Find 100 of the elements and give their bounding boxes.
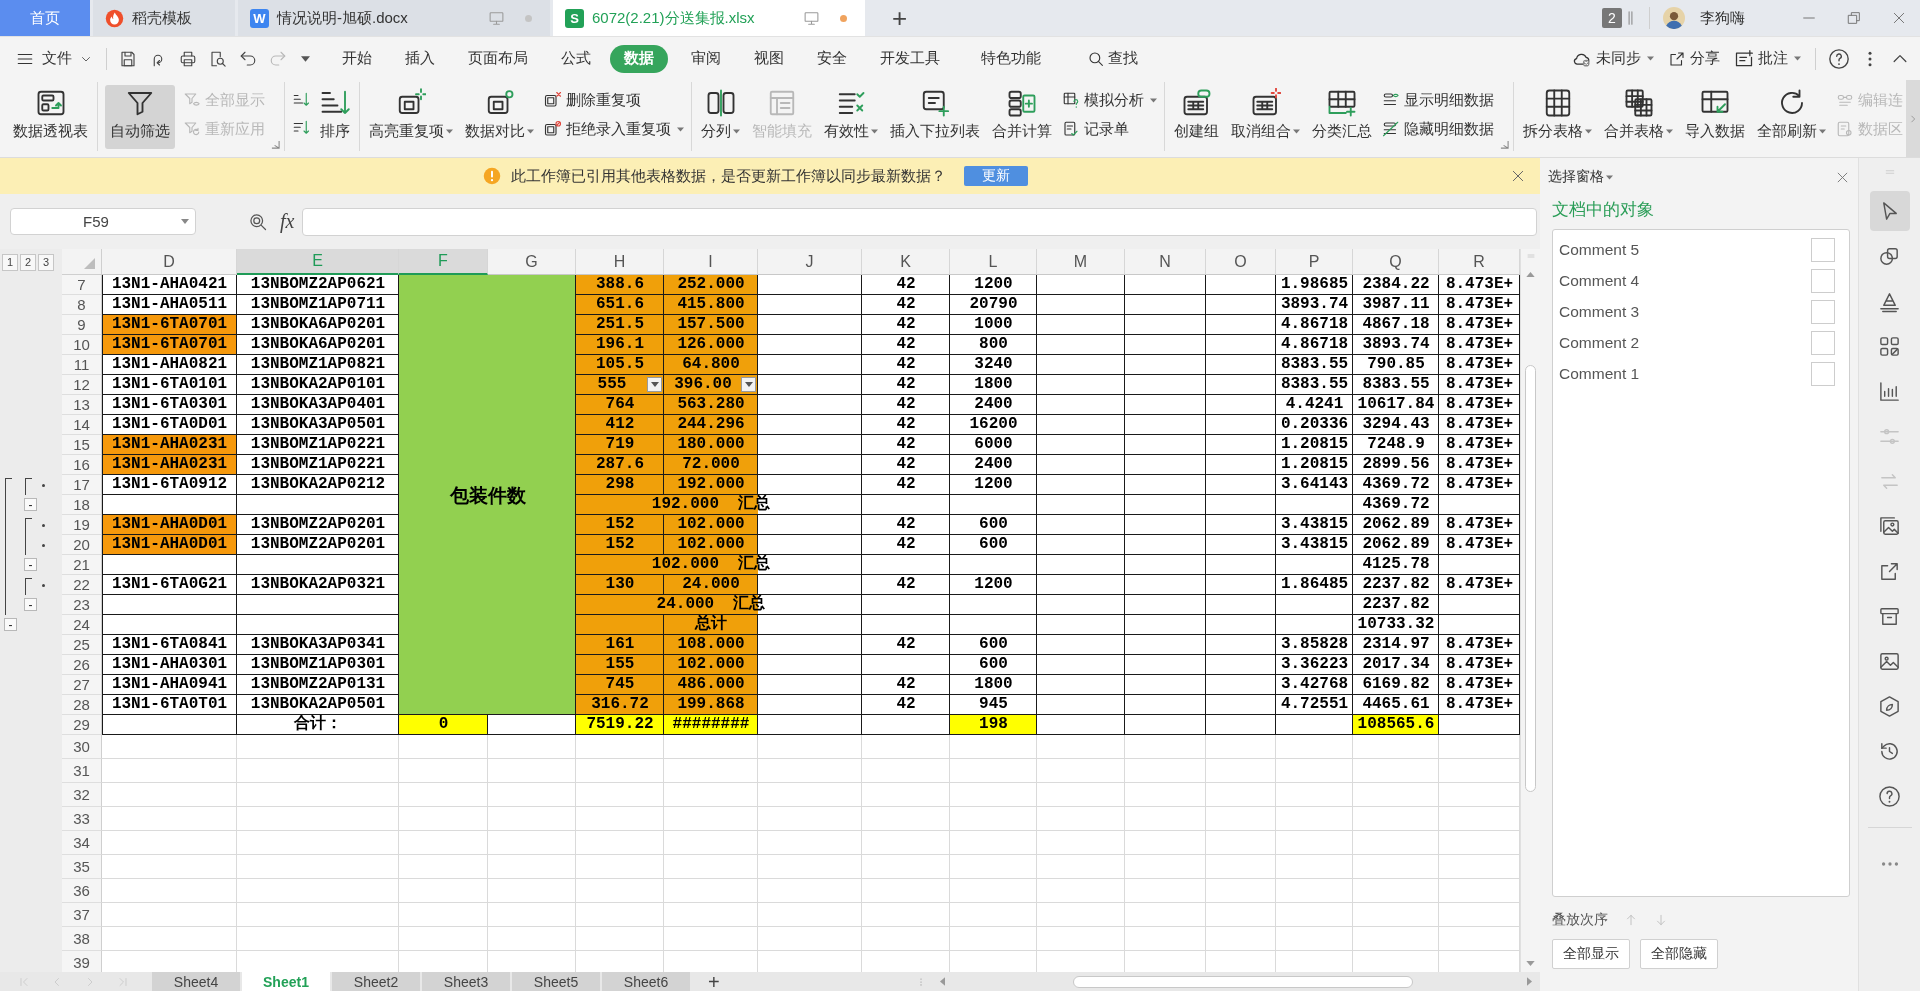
sheet-tab[interactable]: Sheet3 <box>422 972 510 991</box>
auto-filter-button[interactable]: 自动筛选 <box>105 85 175 149</box>
comment-button[interactable]: 批注 <box>1734 48 1801 69</box>
function-button[interactable]: fx <box>280 210 295 233</box>
restore-icon[interactable] <box>1846 10 1862 26</box>
row-header[interactable]: 38 <box>62 927 102 951</box>
visibility-checkbox[interactable] <box>1811 330 1835 355</box>
sheet-tab[interactable]: Sheet5 <box>512 972 600 991</box>
document-tab[interactable]: W 情况说明-旭硕.docx <box>238 0 550 36</box>
row-header[interactable]: 8 <box>62 295 102 315</box>
row-header[interactable]: 20 <box>62 535 102 555</box>
ribbon-tab[interactable]: 开始 <box>326 44 388 73</box>
corner-arrow-icon[interactable] <box>1500 140 1509 149</box>
refresh-all-button[interactable]: 全部刷新 <box>1755 85 1828 149</box>
row-header[interactable]: 23 <box>62 595 102 615</box>
bars-arrow-icon[interactable] <box>292 119 310 137</box>
split-table-button[interactable]: 拆分表格 <box>1521 85 1594 149</box>
column-header[interactable]: Q <box>1353 249 1439 275</box>
object-item[interactable]: Comment 3 <box>1553 296 1849 327</box>
remove-duplicates-button[interactable]: 删除重复项 <box>544 88 684 112</box>
user-name[interactable]: 李狗嗨 <box>1700 8 1745 28</box>
text-to-columns-button[interactable]: 分列 <box>699 85 742 149</box>
consolidate-button[interactable]: 合并计算 <box>990 85 1054 149</box>
ribbon-tab[interactable]: 公式 <box>545 44 607 73</box>
what-if-button[interactable]: 模拟分析 <box>1062 88 1157 112</box>
corner-arrow-icon[interactable] <box>271 140 280 149</box>
share-button[interactable]: 分享 <box>1668 49 1720 68</box>
caret-down-icon[interactable] <box>301 55 310 62</box>
add-sheet-button[interactable]: + <box>708 972 720 991</box>
sort-button[interactable]: 排序 <box>318 85 352 149</box>
ribbon-tab[interactable]: 开发工具 <box>864 44 956 73</box>
object-item[interactable]: Comment 4 <box>1553 265 1849 296</box>
ribbon-tab[interactable]: 特色功能 <box>965 44 1057 73</box>
column-header[interactable]: H <box>576 249 664 275</box>
column-header[interactable]: J <box>758 249 862 275</box>
highlight-duplicates-button[interactable]: 高亮重复项 <box>367 85 455 149</box>
name-box[interactable]: F59 <box>10 208 196 235</box>
window-count-badge[interactable]: 2 <box>1602 8 1622 28</box>
visibility-checkbox[interactable] <box>1811 361 1835 386</box>
page-magnifier-icon[interactable] <box>209 49 227 68</box>
monitor-icon[interactable] <box>803 9 820 27</box>
insert-dropdown-button[interactable]: 插入下拉列表 <box>888 85 982 149</box>
sheet-tab[interactable]: Sheet2 <box>332 972 420 991</box>
data-compare-button[interactable]: 数据对比 <box>463 85 536 149</box>
column-header[interactable]: I <box>664 249 758 275</box>
scrollbar-thumb[interactable] <box>1073 975 1413 988</box>
row-header[interactable]: 28 <box>62 695 102 715</box>
column-header[interactable]: R <box>1439 249 1520 275</box>
row-header[interactable]: 10 <box>62 335 102 355</box>
print-icon[interactable] <box>179 49 197 68</box>
object-item[interactable]: Comment 1 <box>1553 358 1849 389</box>
row-header[interactable]: 15 <box>62 435 102 455</box>
collapse-button[interactable]: - <box>24 558 37 571</box>
sheet-tab[interactable]: Sheet4 <box>152 972 240 991</box>
collapse-button[interactable]: - <box>24 498 37 511</box>
column-header[interactable]: O <box>1206 249 1276 275</box>
ungroup-button[interactable]: 取消组合 <box>1229 85 1302 149</box>
row-header[interactable]: 27 <box>62 675 102 695</box>
dropdown-button[interactable] <box>647 377 662 392</box>
sync-button[interactable]: 未同步 <box>1572 48 1654 69</box>
visibility-checkbox[interactable] <box>1811 237 1835 262</box>
row-header[interactable]: 22 <box>62 575 102 595</box>
row-header[interactable]: 18 <box>62 495 102 515</box>
row-header[interactable]: 29 <box>62 715 102 735</box>
row-header[interactable]: 9 <box>62 315 102 335</box>
column-header[interactable]: P <box>1276 249 1353 275</box>
save-icon[interactable] <box>119 49 137 68</box>
caret-down-icon[interactable] <box>1606 174 1613 180</box>
help-icon[interactable] <box>1828 47 1850 70</box>
file-menu[interactable]: 文件 <box>16 49 92 68</box>
hide-detail-button[interactable]: 隐藏明细数据 <box>1382 117 1494 141</box>
validation-button[interactable]: 有效性 <box>822 85 880 149</box>
group-button[interactable]: 创建组 <box>1172 85 1221 149</box>
column-header[interactable]: K <box>862 249 950 275</box>
select-all-button[interactable] <box>62 249 102 275</box>
avatar-icon[interactable] <box>1663 7 1685 29</box>
merge-table-button[interactable]: 合并表格 <box>1602 85 1675 149</box>
row-header[interactable]: 7 <box>62 275 102 295</box>
collapse-button[interactable]: - <box>4 618 17 631</box>
ribbon-tab[interactable]: 安全 <box>801 44 863 73</box>
row-header[interactable]: 26 <box>62 655 102 675</box>
row-header[interactable]: 36 <box>62 879 102 903</box>
side-tool-button[interactable] <box>1869 191 1910 231</box>
collapse-button[interactable]: - <box>24 598 37 611</box>
column-header[interactable]: N <box>1125 249 1206 275</box>
scrollbar-thumb[interactable] <box>1525 365 1536 792</box>
column-header[interactable]: G <box>488 249 576 275</box>
row-header[interactable]: 33 <box>62 807 102 831</box>
row-header[interactable]: 25 <box>62 635 102 655</box>
row-header[interactable]: 21 <box>62 555 102 575</box>
record-form-button[interactable]: 记录单 <box>1062 117 1157 141</box>
row-header[interactable]: 24 <box>62 615 102 635</box>
subtotal-button[interactable]: 分类汇总 <box>1310 85 1374 149</box>
dropdown-button[interactable] <box>741 377 756 392</box>
import-data-button[interactable]: 导入数据 <box>1683 85 1747 149</box>
column-header[interactable]: L <box>950 249 1037 275</box>
pane-button[interactable]: 全部显示 <box>1552 939 1630 969</box>
new-tab-button[interactable]: + <box>892 5 908 31</box>
search-button[interactable]: 查找 <box>1087 49 1138 68</box>
row-header[interactable]: 39 <box>62 951 102 972</box>
